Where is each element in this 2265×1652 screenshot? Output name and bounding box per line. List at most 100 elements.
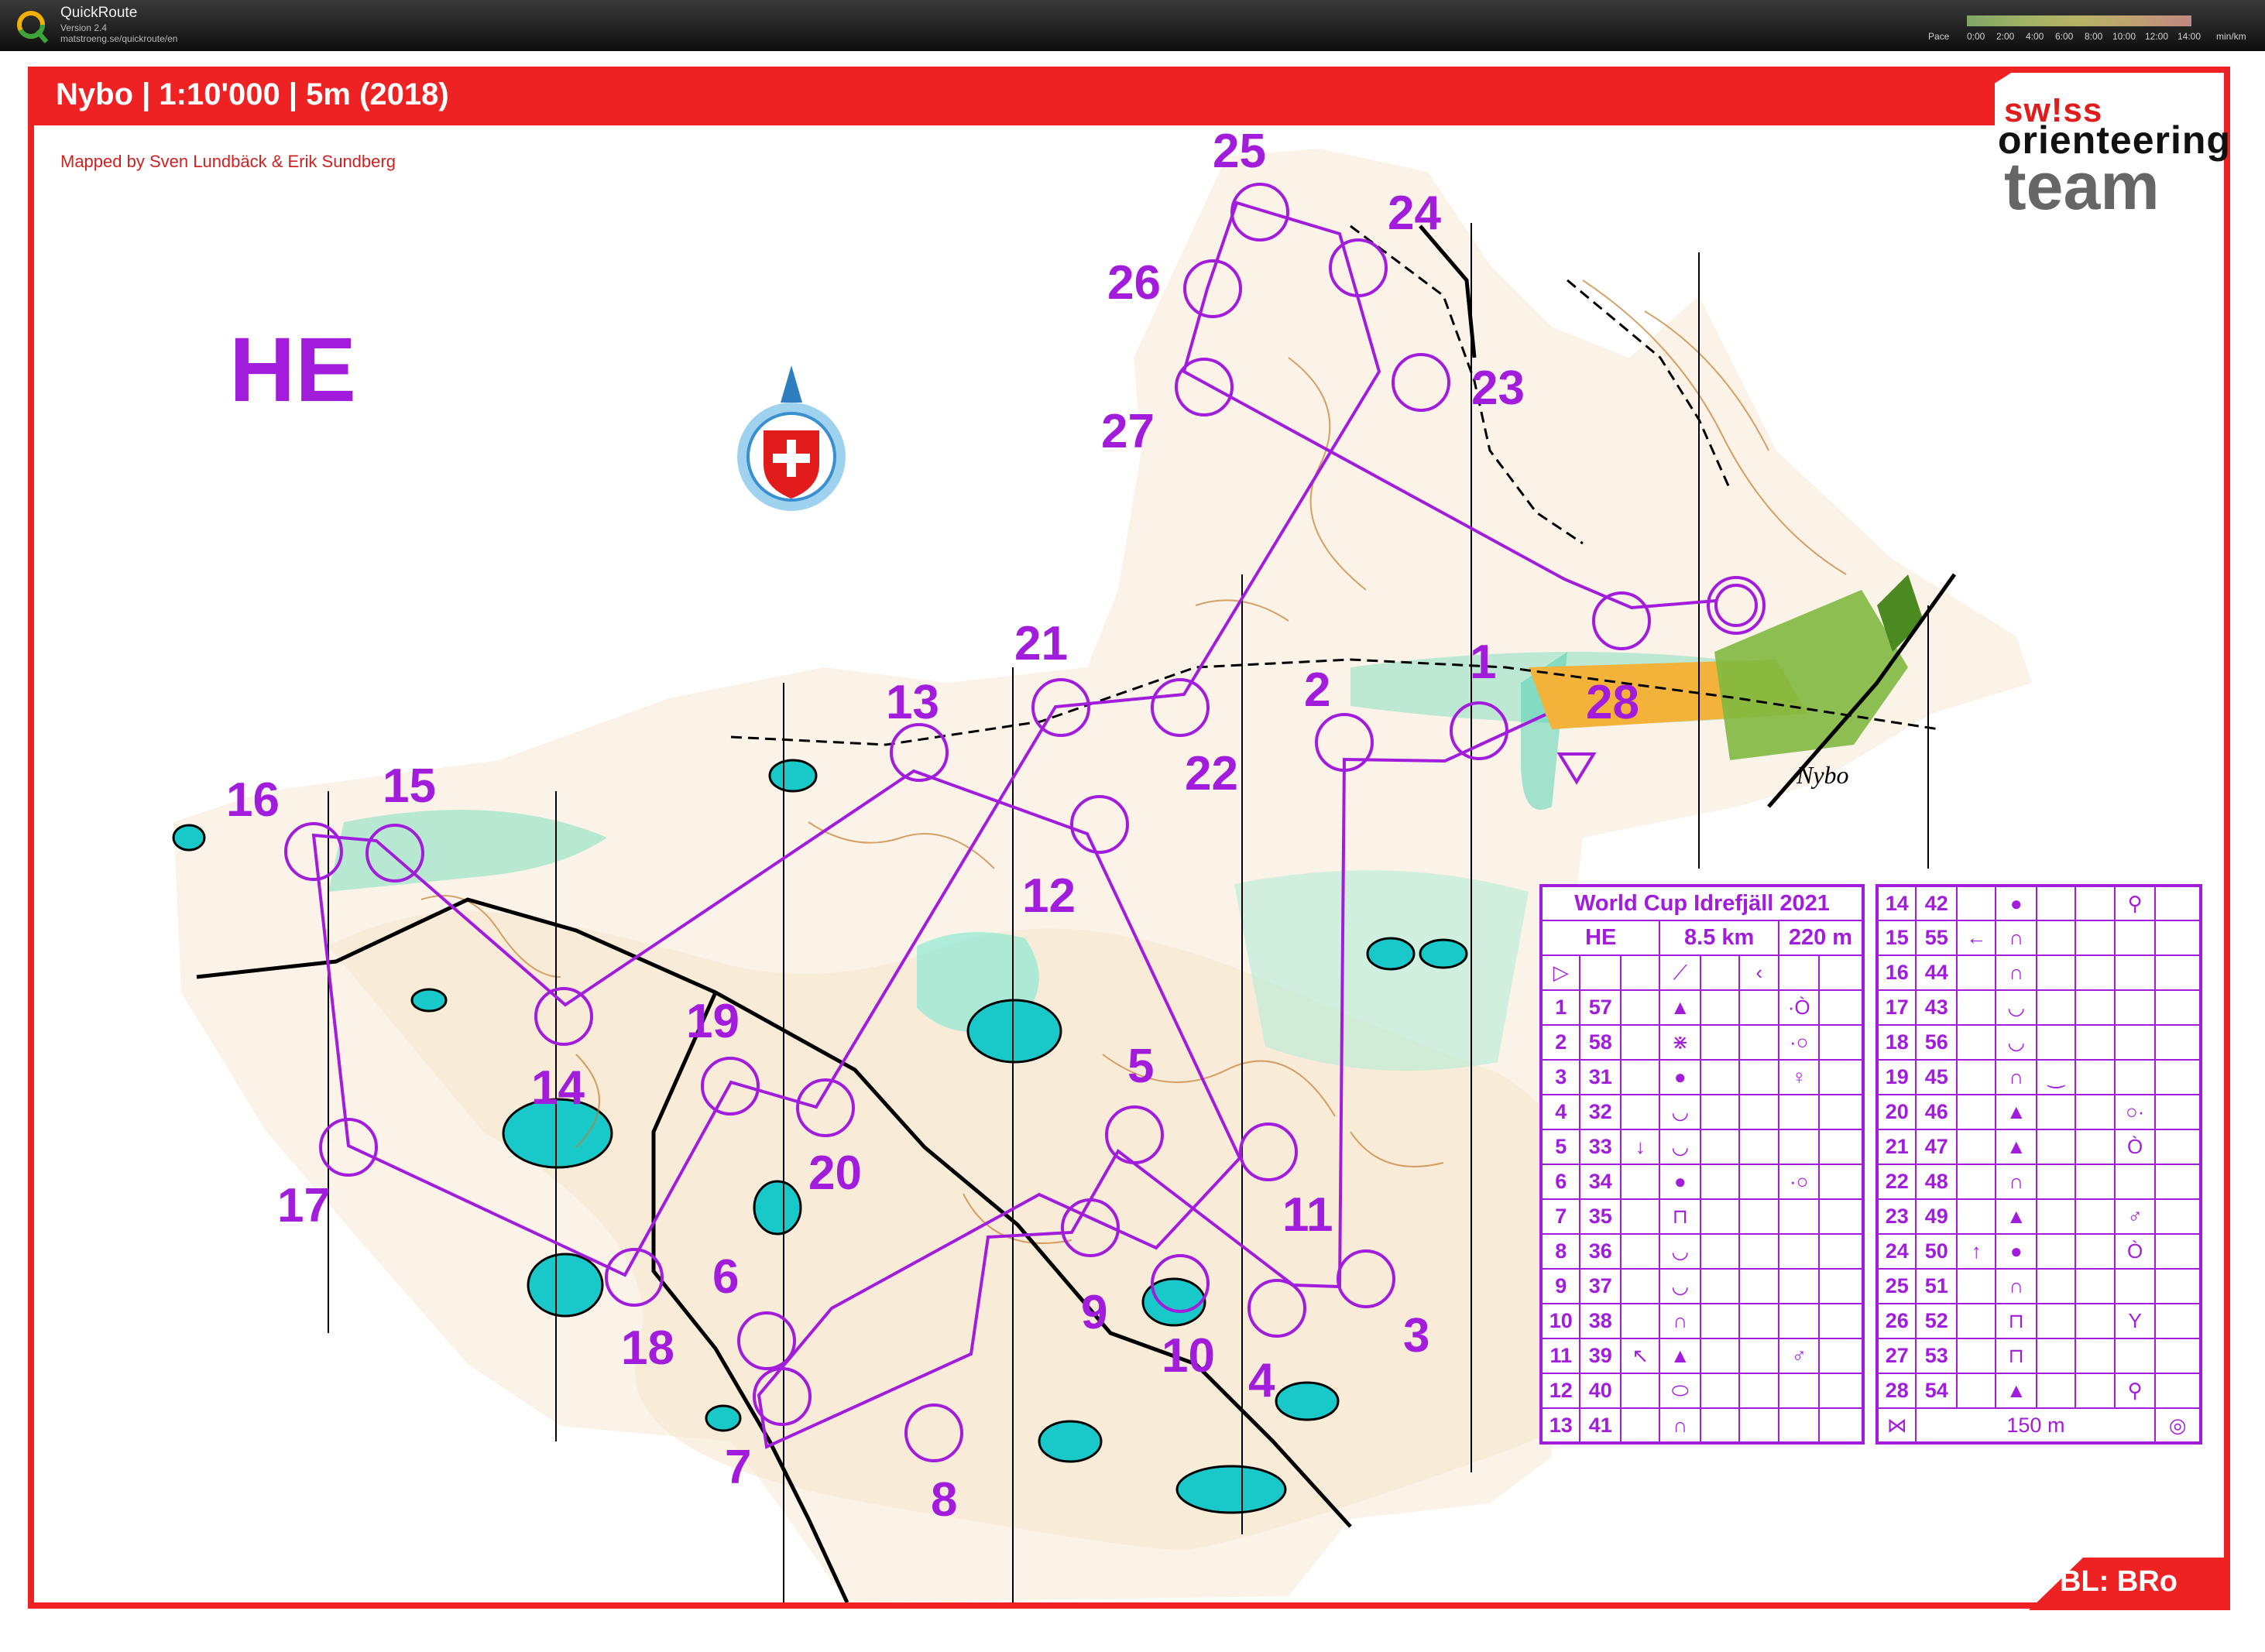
app-url[interactable]: matstroeng.se/quickroute/en bbox=[60, 33, 177, 44]
desc-feature-icon: ▲ bbox=[1995, 1373, 2037, 1409]
desc-control-number: 2 bbox=[1539, 1024, 1581, 1061]
desc-empty bbox=[2075, 1338, 2116, 1374]
control-description-row: 8 36 ◡ bbox=[1539, 1233, 1864, 1270]
control-number: 15 bbox=[383, 759, 436, 813]
control-number: 9 bbox=[1081, 1286, 1108, 1339]
desc-detail-icon bbox=[2035, 955, 2077, 991]
pace-label: Pace bbox=[1928, 31, 1950, 42]
desc-direction-icon bbox=[1955, 989, 1997, 1026]
desc-feature-icon: ⊓ bbox=[1995, 1338, 2037, 1374]
desc-empty bbox=[2075, 1059, 2116, 1095]
course-climb: 220 m bbox=[1777, 920, 1865, 956]
map-title: Nybo | 1:10'000 | 5m (2018) bbox=[56, 77, 449, 111]
desc-control-number: 3 bbox=[1539, 1059, 1581, 1095]
control-description-row: 6 34 ● ·○ bbox=[1539, 1164, 1864, 1200]
desc-control-number: 13 bbox=[1539, 1407, 1581, 1444]
desc-direction-icon bbox=[1955, 1373, 1997, 1409]
desc-position-icon: ⚲ bbox=[2113, 1373, 2157, 1409]
desc-empty bbox=[1818, 1233, 1864, 1270]
desc-detail-icon bbox=[1699, 1198, 1741, 1235]
desc-empty bbox=[2154, 920, 2202, 956]
desc-direction-icon bbox=[1619, 1059, 1661, 1095]
desc-position-icon bbox=[1777, 1129, 1821, 1165]
desc-feature-icon: ● bbox=[1659, 1164, 1701, 1200]
desc-feature-icon: ◡ bbox=[1995, 989, 2037, 1026]
control-description-row: 27 53 ⊓ bbox=[1875, 1338, 2202, 1374]
desc-control-number: 28 bbox=[1875, 1373, 1917, 1409]
desc-feature-icon: ⊓ bbox=[1659, 1198, 1701, 1235]
desc-detail-icon bbox=[2035, 1198, 2077, 1235]
desc-empty bbox=[1818, 1198, 1864, 1235]
desc-position-icon bbox=[2113, 920, 2157, 956]
desc-detail-icon bbox=[2035, 1094, 2077, 1130]
pace-tick: 0:00 bbox=[1967, 31, 1985, 42]
control-description-row: 25 51 ∩ bbox=[1875, 1268, 2202, 1304]
desc-empty bbox=[2075, 989, 2116, 1026]
desc-position-icon bbox=[2113, 1059, 2157, 1095]
desc-feature-icon: ◡ bbox=[1659, 1094, 1701, 1130]
desc-empty bbox=[2154, 1338, 2202, 1374]
desc-detail-icon bbox=[1699, 1373, 1741, 1409]
brand-line: team bbox=[2004, 149, 2160, 224]
control-description-row: 12 40 ⬭ bbox=[1539, 1373, 1864, 1409]
desc-empty bbox=[1738, 989, 1779, 1026]
desc-empty bbox=[1738, 1303, 1779, 1339]
app-title-bar: QuickRoute Version 2.4 matstroeng.se/qui… bbox=[0, 0, 2265, 51]
desc-empty bbox=[1738, 1233, 1779, 1270]
control-description-row: 26 52 ⊓ Y bbox=[1875, 1303, 2202, 1339]
desc-direction-icon bbox=[1955, 1129, 1997, 1165]
desc-control-code: 44 bbox=[1915, 955, 1958, 991]
control-number: 2 bbox=[1304, 663, 1331, 717]
desc-direction-icon bbox=[1955, 1164, 1997, 1200]
desc-direction-icon bbox=[1619, 1198, 1661, 1235]
desc-empty bbox=[1818, 1303, 1864, 1339]
desc-position-icon: ⚲ bbox=[2113, 885, 2157, 921]
desc-empty bbox=[2075, 1268, 2116, 1304]
desc-direction-icon bbox=[1955, 1024, 1997, 1061]
desc-control-number: 24 bbox=[1875, 1233, 1917, 1270]
control-number: 26 bbox=[1107, 256, 1161, 310]
desc-feature-icon: ● bbox=[1995, 1233, 2037, 1270]
control-description-row: 4 32 ◡ bbox=[1539, 1094, 1864, 1130]
desc-empty bbox=[2154, 1233, 2202, 1270]
desc-detail-icon bbox=[2035, 1373, 2077, 1409]
desc-detail-icon bbox=[2035, 885, 2077, 921]
control-description-row: 7 35 ⊓ bbox=[1539, 1198, 1864, 1235]
desc-control-number: 23 bbox=[1875, 1198, 1917, 1235]
desc-empty bbox=[2154, 1059, 2202, 1095]
desc-control-code: 56 bbox=[1915, 1024, 1958, 1061]
desc-control-code: 50 bbox=[1915, 1233, 1958, 1270]
control-number: 27 bbox=[1101, 405, 1155, 458]
desc-control-number: 15 bbox=[1875, 920, 1917, 956]
path-crossing-icon: ⟋ bbox=[1659, 955, 1701, 991]
desc-control-number: 17 bbox=[1875, 989, 1917, 1026]
desc-empty bbox=[2075, 1129, 2116, 1165]
desc-control-code: 43 bbox=[1915, 989, 1958, 1026]
control-description-row: 23 49 ▲ ♂ bbox=[1875, 1198, 2202, 1235]
desc-control-code: 35 bbox=[1579, 1198, 1622, 1235]
desc-control-number: 9 bbox=[1539, 1268, 1581, 1304]
desc-position-icon bbox=[1777, 1373, 1821, 1409]
control-number: 8 bbox=[931, 1473, 958, 1527]
desc-control-code: 49 bbox=[1915, 1198, 1958, 1235]
desc-detail-icon bbox=[2035, 989, 2077, 1026]
desc-empty bbox=[1738, 1198, 1779, 1235]
desc-control-number: 8 bbox=[1539, 1233, 1581, 1270]
desc-control-number: 12 bbox=[1539, 1373, 1581, 1409]
desc-direction-icon: ← bbox=[1955, 920, 1997, 956]
desc-empty bbox=[2154, 955, 2202, 991]
map-title-bar: Nybo | 1:10'000 | 5m (2018) bbox=[28, 67, 1995, 125]
control-number: 5 bbox=[1127, 1040, 1155, 1093]
desc-detail-icon bbox=[1699, 989, 1741, 1026]
desc-position-icon bbox=[2113, 989, 2157, 1026]
desc-control-number: 26 bbox=[1875, 1303, 1917, 1339]
desc-feature-icon: ⬭ bbox=[1659, 1373, 1701, 1409]
control-number: 6 bbox=[712, 1250, 740, 1304]
control-description-row: 17 43 ◡ bbox=[1875, 989, 2202, 1026]
desc-direction-icon bbox=[1619, 1024, 1661, 1061]
desc-control-code: 31 bbox=[1579, 1059, 1622, 1095]
desc-direction-icon bbox=[1955, 955, 1997, 991]
desc-position-icon bbox=[2113, 1024, 2157, 1061]
desc-detail-icon bbox=[2035, 1164, 2077, 1200]
desc-direction-icon bbox=[1619, 989, 1661, 1026]
